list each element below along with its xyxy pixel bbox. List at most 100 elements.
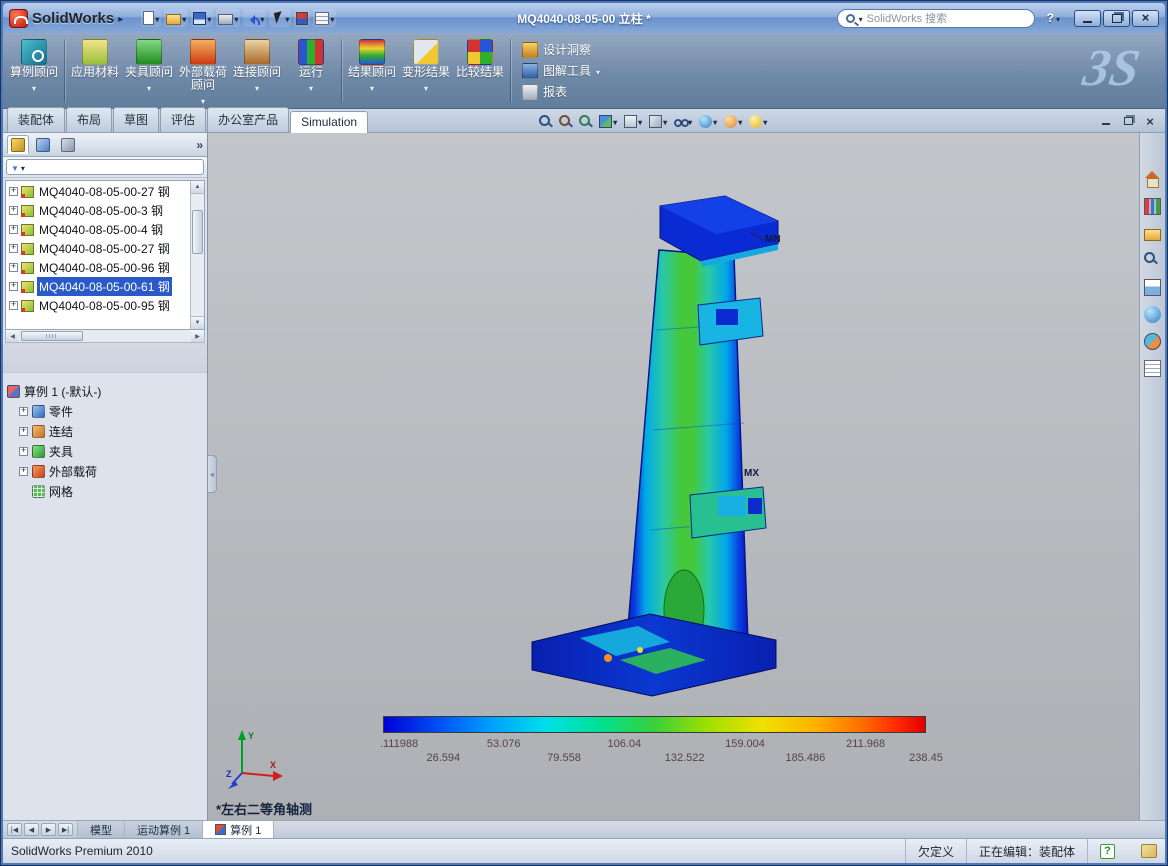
dropdown-arrow-icon[interactable] — [424, 80, 428, 94]
dropdown-arrow-icon[interactable] — [713, 114, 717, 128]
feature-tree-item[interactable]: MQ4040-08-05-00-4 钢 — [6, 220, 190, 239]
study-tree-item[interactable]: 外部载荷 — [19, 461, 205, 481]
doc-minimize-button[interactable] — [1099, 115, 1113, 127]
fea-model[interactable]: MN MX — [520, 190, 790, 705]
tree-expand-icon[interactable] — [9, 263, 18, 272]
help-button[interactable] — [1047, 11, 1060, 25]
tab-nav-last-button[interactable] — [58, 823, 73, 836]
zoom-to-area-icon[interactable] — [559, 115, 572, 128]
dropdown-arrow-icon[interactable] — [638, 114, 642, 128]
commandmanager-tab[interactable]: 草图 — [113, 107, 159, 132]
dropdown-arrow-icon[interactable] — [207, 11, 211, 25]
scroll-up-icon[interactable] — [191, 181, 204, 194]
tree-horizontal-scrollbar[interactable] — [5, 330, 205, 343]
search-dropdown-icon[interactable] — [859, 11, 863, 25]
dropdown-arrow-icon[interactable] — [763, 114, 767, 128]
ribbon-small-button[interactable]: 报表 — [522, 83, 600, 100]
dropdown-arrow-icon[interactable] — [738, 114, 742, 128]
menu-expand-icon[interactable] — [118, 11, 123, 25]
feature-tree-item[interactable]: MQ4040-08-05-00-3 钢 — [6, 201, 190, 220]
undo-icon[interactable] — [243, 9, 266, 27]
dropdown-arrow-icon[interactable] — [21, 160, 25, 174]
design-library-icon[interactable] — [1142, 196, 1164, 216]
scenes-icon[interactable] — [1142, 331, 1164, 351]
ribbon-button[interactable]: 夹具顾问 — [122, 35, 176, 106]
solidworks-menu[interactable]: SolidWorks — [9, 9, 123, 28]
solidworks-resources-icon[interactable] — [1142, 169, 1164, 189]
tab-nav-prev-button[interactable] — [24, 823, 39, 836]
dropdown-arrow-icon[interactable] — [330, 11, 334, 25]
ribbon-small-button[interactable]: 设计洞察 — [522, 41, 600, 58]
open-icon[interactable] — [164, 9, 188, 27]
minimize-button[interactable] — [1074, 10, 1101, 27]
tree-expand-icon[interactable] — [9, 206, 18, 215]
dropdown-arrow-icon[interactable] — [260, 11, 264, 25]
dropdown-arrow-icon[interactable] — [309, 80, 313, 94]
tab-nav-next-button[interactable] — [41, 823, 56, 836]
scroll-left-icon[interactable] — [6, 330, 19, 342]
ribbon-button[interactable]: 外部载荷顾问 — [176, 35, 230, 106]
dropdown-arrow-icon[interactable] — [370, 80, 374, 94]
configurationmanager-tab[interactable] — [57, 135, 79, 154]
tree-expand-icon[interactable] — [9, 225, 18, 234]
ribbon-button[interactable]: 算例顾问 — [7, 35, 61, 106]
apply-scene-icon[interactable] — [724, 114, 742, 128]
dropdown-arrow-icon[interactable] — [201, 93, 205, 107]
view-orientation-icon[interactable] — [624, 114, 642, 128]
panel-splitter[interactable] — [3, 343, 207, 373]
feature-tree-item[interactable]: MQ4040-08-05-00-95 钢 — [6, 296, 190, 315]
view-palette-icon[interactable] — [1142, 277, 1164, 297]
dropdown-arrow-icon[interactable] — [285, 11, 289, 25]
ribbon-small-button[interactable]: 图解工具 — [522, 62, 600, 79]
study-root-item[interactable]: 算例 1 (-默认-) — [7, 381, 205, 401]
display-style-icon[interactable] — [649, 114, 667, 128]
feature-tree-item[interactable]: MQ4040-08-05-00-96 钢 — [6, 258, 190, 277]
commandmanager-tab[interactable]: 办公室产品 — [207, 107, 289, 132]
scroll-right-icon[interactable] — [191, 330, 204, 342]
tree-expand-icon[interactable] — [9, 282, 18, 291]
maximize-button[interactable] — [1103, 10, 1130, 27]
panel-overflow-chevron-icon[interactable] — [196, 138, 203, 152]
close-button[interactable] — [1132, 10, 1159, 27]
quick-tips-icon[interactable] — [1141, 844, 1157, 858]
dropdown-arrow-icon[interactable] — [596, 64, 600, 78]
tree-expand-icon[interactable] — [9, 301, 18, 310]
search-icon[interactable] — [1142, 250, 1164, 270]
commandmanager-tab[interactable]: Simulation — [290, 111, 368, 133]
tree-expand-icon[interactable] — [19, 427, 28, 436]
print-icon[interactable] — [216, 9, 240, 27]
scrollbar-thumb[interactable] — [192, 210, 203, 254]
view-settings-icon[interactable] — [749, 114, 767, 128]
search-box[interactable]: SolidWorks 搜索 — [837, 9, 1035, 28]
study-tree-item[interactable]: 夹具 — [19, 441, 205, 461]
file-explorer-icon[interactable] — [1142, 223, 1164, 243]
bottom-tab[interactable]: 算例 1 — [203, 821, 274, 838]
study-tree-item[interactable]: 网格 — [19, 481, 205, 501]
feature-tree-item[interactable]: MQ4040-08-05-00-61 钢 — [6, 277, 190, 296]
color-swatch-icon[interactable] — [294, 10, 310, 27]
ribbon-button[interactable]: 运行 — [284, 35, 338, 106]
ribbon-button[interactable]: 变形结果 — [399, 35, 453, 106]
ribbon-button[interactable]: 应用材料 — [68, 35, 122, 106]
bottom-tab[interactable]: 模型 — [78, 821, 125, 838]
tree-expand-icon[interactable] — [9, 187, 18, 196]
custom-properties-icon[interactable] — [1142, 358, 1164, 378]
appearances-icon[interactable] — [1142, 304, 1164, 324]
doc-restore-button[interactable] — [1121, 115, 1135, 127]
featuremanager-tab[interactable] — [7, 135, 29, 154]
commandmanager-tab[interactable]: 评估 — [160, 107, 206, 132]
dropdown-arrow-icon[interactable] — [613, 114, 617, 128]
dropdown-arrow-icon[interactable] — [663, 114, 667, 128]
study-tree-item[interactable]: 连结 — [19, 421, 205, 441]
commandmanager-tab[interactable]: 装配体 — [7, 107, 65, 132]
bottom-tab[interactable]: 运动算例 1 — [125, 821, 203, 838]
propertymanager-tab[interactable] — [32, 135, 54, 154]
ribbon-button[interactable]: 连接顾问 — [230, 35, 284, 106]
scrollbar-thumb[interactable] — [21, 331, 83, 341]
tree-vertical-scrollbar[interactable] — [190, 181, 204, 329]
dropdown-arrow-icon[interactable] — [255, 80, 259, 94]
dropdown-arrow-icon[interactable] — [234, 11, 238, 25]
commandmanager-tab[interactable]: 布局 — [66, 107, 112, 132]
tree-expand-icon[interactable] — [19, 467, 28, 476]
edit-appearance-icon[interactable] — [699, 114, 717, 128]
